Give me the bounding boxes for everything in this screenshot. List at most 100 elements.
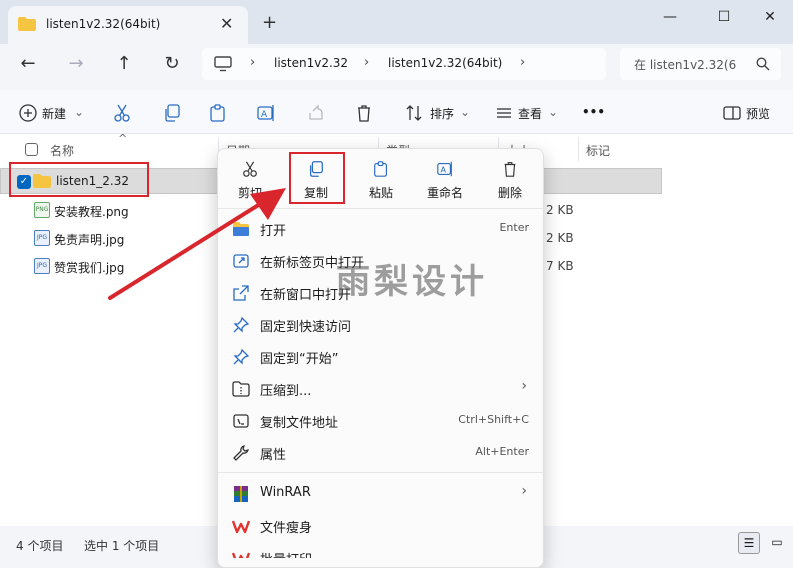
menu-item-pin-quick-access[interactable]: 固定到快速访问 bbox=[218, 308, 543, 340]
wrench-icon bbox=[233, 445, 249, 461]
context-delete-button[interactable]: 删除 bbox=[484, 158, 536, 206]
tab-close-icon[interactable]: ✕ bbox=[220, 14, 233, 33]
item-count: 4 个项目 bbox=[16, 539, 64, 553]
winrar-icon bbox=[234, 486, 248, 502]
new-button[interactable]: 新建 bbox=[42, 105, 66, 122]
menu-divider bbox=[218, 472, 543, 473]
menu-item-batch-print[interactable]: 批量打印 bbox=[218, 541, 543, 558]
menu-item-compress[interactable]: 压缩到... › bbox=[218, 372, 543, 404]
menu-item-label: 固定到快速访问 bbox=[260, 320, 352, 335]
column-header-name[interactable]: 名称 bbox=[50, 142, 74, 159]
chevron-down-icon[interactable]: ⌄ bbox=[548, 105, 558, 119]
menu-item-winrar[interactable]: WinRAR › bbox=[218, 477, 543, 509]
paste-icon bbox=[374, 161, 387, 177]
minimize-button[interactable]: — bbox=[652, 6, 688, 30]
zip-folder-icon bbox=[232, 381, 250, 397]
wps-icon bbox=[232, 552, 250, 558]
new-tab-button[interactable]: + bbox=[262, 12, 277, 33]
view-button[interactable]: 查看 bbox=[518, 105, 542, 122]
paste-label: 粘贴 bbox=[368, 186, 393, 200]
select-all-checkbox[interactable] bbox=[25, 143, 38, 156]
cut-icon[interactable] bbox=[112, 103, 132, 123]
breadcrumb-segment[interactable]: listen1v2.32 bbox=[274, 56, 348, 70]
chevron-right-icon: › bbox=[520, 55, 526, 70]
shortcut-text: Ctrl+Shift+C bbox=[458, 413, 529, 426]
computer-icon bbox=[214, 56, 232, 72]
wps-icon bbox=[232, 520, 250, 534]
menu-item-label: 文件瘦身 bbox=[260, 521, 313, 536]
close-window-button[interactable]: ✕ bbox=[752, 6, 788, 30]
search-icon[interactable] bbox=[756, 57, 770, 71]
row-checkbox-checked[interactable]: ✓ bbox=[17, 175, 31, 189]
scissors-icon bbox=[243, 161, 257, 177]
menu-item-file-slim[interactable]: 文件瘦身 bbox=[218, 509, 543, 541]
tiles-view-icon[interactable]: ▭ bbox=[766, 532, 788, 554]
more-options-icon[interactable]: ••• bbox=[582, 105, 605, 119]
maximize-button[interactable]: ☐ bbox=[706, 6, 742, 30]
column-header-tags[interactable]: 标记 bbox=[586, 142, 610, 159]
chevron-right-icon: › bbox=[521, 378, 527, 394]
pin-icon bbox=[233, 348, 250, 365]
folder-icon bbox=[33, 174, 51, 188]
png-file-icon: PNG bbox=[34, 202, 50, 218]
context-paste-button[interactable]: 粘贴 bbox=[355, 158, 407, 206]
menu-item-copy-path[interactable]: 复制文件地址 Ctrl+Shift+C bbox=[218, 404, 543, 436]
jpg-file-icon: JPG bbox=[34, 258, 50, 274]
svg-text:A: A bbox=[261, 110, 268, 120]
watermark-text: 雨梨设计 bbox=[336, 262, 488, 302]
details-view-icon[interactable]: ☰ bbox=[738, 532, 760, 554]
column-divider[interactable] bbox=[578, 137, 579, 161]
preview-pane-icon[interactable] bbox=[722, 103, 742, 123]
refresh-icon[interactable]: ↻ bbox=[160, 54, 184, 76]
file-size: 2 KB bbox=[546, 203, 574, 217]
rename-label: 重命名 bbox=[426, 186, 463, 200]
sort-button[interactable]: 排序 bbox=[430, 105, 454, 122]
menu-item-label: 压缩到... bbox=[260, 384, 312, 399]
menu-item-label: 复制文件地址 bbox=[260, 416, 339, 431]
selection-count: 选中 1 个项目 bbox=[84, 539, 160, 553]
pin-icon bbox=[233, 316, 250, 333]
breadcrumb-segment[interactable]: listen1v2.32(64bit) bbox=[388, 56, 502, 70]
tab-active[interactable]: listen1v2.32(64bit) ✕ bbox=[8, 6, 248, 44]
share-icon[interactable] bbox=[306, 103, 326, 123]
preview-button[interactable]: 预览 bbox=[746, 105, 770, 122]
shortcut-text: Enter bbox=[499, 221, 529, 234]
chevron-right-icon: › bbox=[364, 55, 370, 70]
menu-item-label: 属性 bbox=[260, 448, 287, 463]
file-size: 2 KB bbox=[546, 231, 574, 245]
chevron-right-icon: › bbox=[250, 55, 256, 70]
trash-icon bbox=[504, 162, 516, 177]
delete-icon[interactable] bbox=[354, 103, 374, 123]
menu-item-pin-start[interactable]: 固定到“开始” bbox=[218, 340, 543, 372]
add-new-icon[interactable] bbox=[18, 103, 38, 123]
file-size: 7 KB bbox=[546, 259, 574, 273]
view-icon[interactable] bbox=[494, 103, 514, 123]
menu-item-properties[interactable]: 属性 Alt+Enter bbox=[218, 436, 543, 468]
menu-item-label: 固定到“开始” bbox=[260, 352, 339, 367]
up-arrow-icon[interactable]: ↑ bbox=[112, 54, 136, 76]
chevron-down-icon[interactable]: ⌄ bbox=[74, 105, 84, 119]
rename-icon: A bbox=[437, 161, 452, 177]
chevron-down-icon[interactable]: ⌄ bbox=[460, 105, 470, 119]
menu-item-label: 批量打印 bbox=[260, 549, 312, 558]
svg-text:A: A bbox=[441, 165, 447, 175]
copy-icon[interactable] bbox=[162, 103, 182, 123]
folder-icon bbox=[18, 17, 36, 31]
back-arrow-icon[interactable]: ← bbox=[16, 54, 40, 76]
address-bar[interactable]: › listen1v2.32 › listen1v2.32(64bit) › bbox=[202, 48, 606, 80]
sort-icon[interactable] bbox=[404, 103, 424, 123]
menu-item-label: WinRAR bbox=[260, 485, 311, 500]
copy-path-icon bbox=[233, 414, 249, 428]
annotation-arrow-icon bbox=[108, 188, 286, 300]
forward-arrow-icon[interactable]: → bbox=[64, 54, 88, 76]
shortcut-text: Alt+Enter bbox=[475, 445, 529, 458]
jpg-file-icon: JPG bbox=[34, 230, 50, 246]
delete-label: 删除 bbox=[497, 186, 522, 200]
paste-icon[interactable] bbox=[208, 103, 228, 123]
collapse-caret-icon[interactable]: ^ bbox=[118, 132, 127, 145]
rename-icon[interactable]: A bbox=[256, 103, 276, 123]
search-placeholder: 在 listen1v2.32(6 bbox=[634, 58, 737, 72]
search-box[interactable]: 在 listen1v2.32(6 bbox=[620, 48, 781, 80]
tab-title: listen1v2.32(64bit) bbox=[46, 17, 161, 31]
context-rename-button[interactable]: A 重命名 bbox=[419, 158, 471, 206]
